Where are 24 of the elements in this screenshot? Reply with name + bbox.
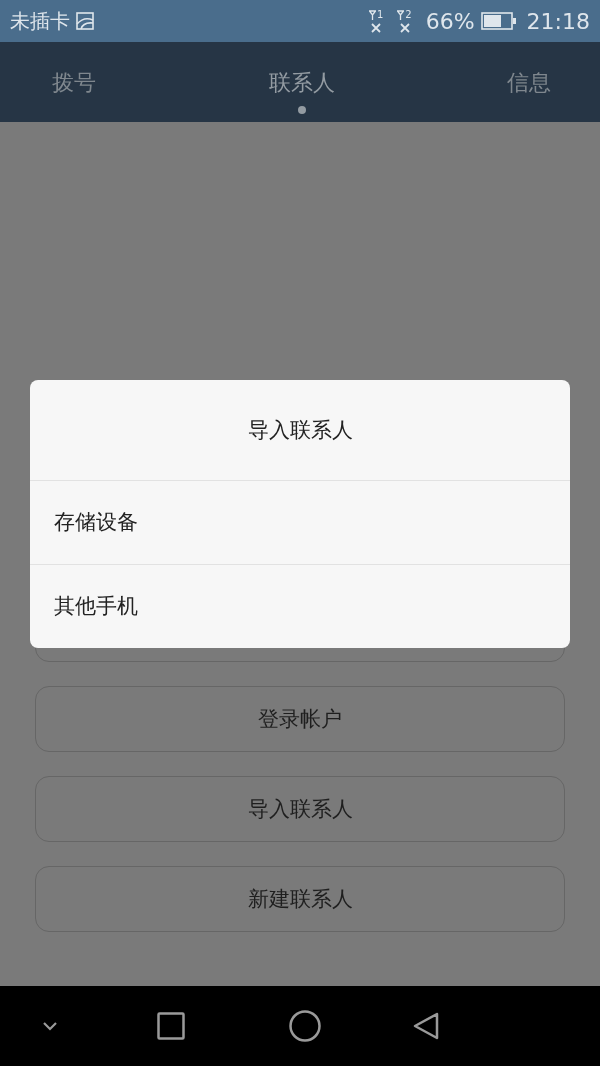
sim-number: 1 <box>376 9 384 20</box>
image-icon <box>76 12 94 30</box>
dialog-title: 导入联系人 <box>30 380 570 481</box>
sim-number: 2 <box>405 9 412 20</box>
contact-action-button[interactable]: 登录帐户 <box>35 686 565 752</box>
battery-percent: 66% <box>425 8 475 34</box>
back-icon[interactable] <box>413 1012 439 1040</box>
contact-action-button[interactable]: 导入联系人 <box>35 776 565 842</box>
antenna-icon <box>397 9 405 20</box>
tab[interactable]: 信息 <box>505 68 553 114</box>
no-signal-icon <box>399 22 410 33</box>
no-signal-icon <box>371 22 382 33</box>
battery-icon <box>480 12 517 30</box>
clock-text: 21:18 <box>526 8 590 34</box>
dialog-option[interactable]: 存储设备 <box>30 481 570 564</box>
tab[interactable]: 拨号 <box>50 68 98 114</box>
recent-apps-icon[interactable] <box>157 1012 185 1040</box>
carrier-text: 未插卡 <box>10 7 70 35</box>
chevron-down-icon[interactable] <box>42 1021 58 1031</box>
tab[interactable]: 联系人 <box>266 68 337 114</box>
contact-action-button[interactable]: 新建联系人 <box>35 866 565 932</box>
dialog-option[interactable]: 其他手机 <box>30 564 570 648</box>
home-icon[interactable] <box>289 1010 321 1042</box>
antenna-icon <box>368 9 376 20</box>
